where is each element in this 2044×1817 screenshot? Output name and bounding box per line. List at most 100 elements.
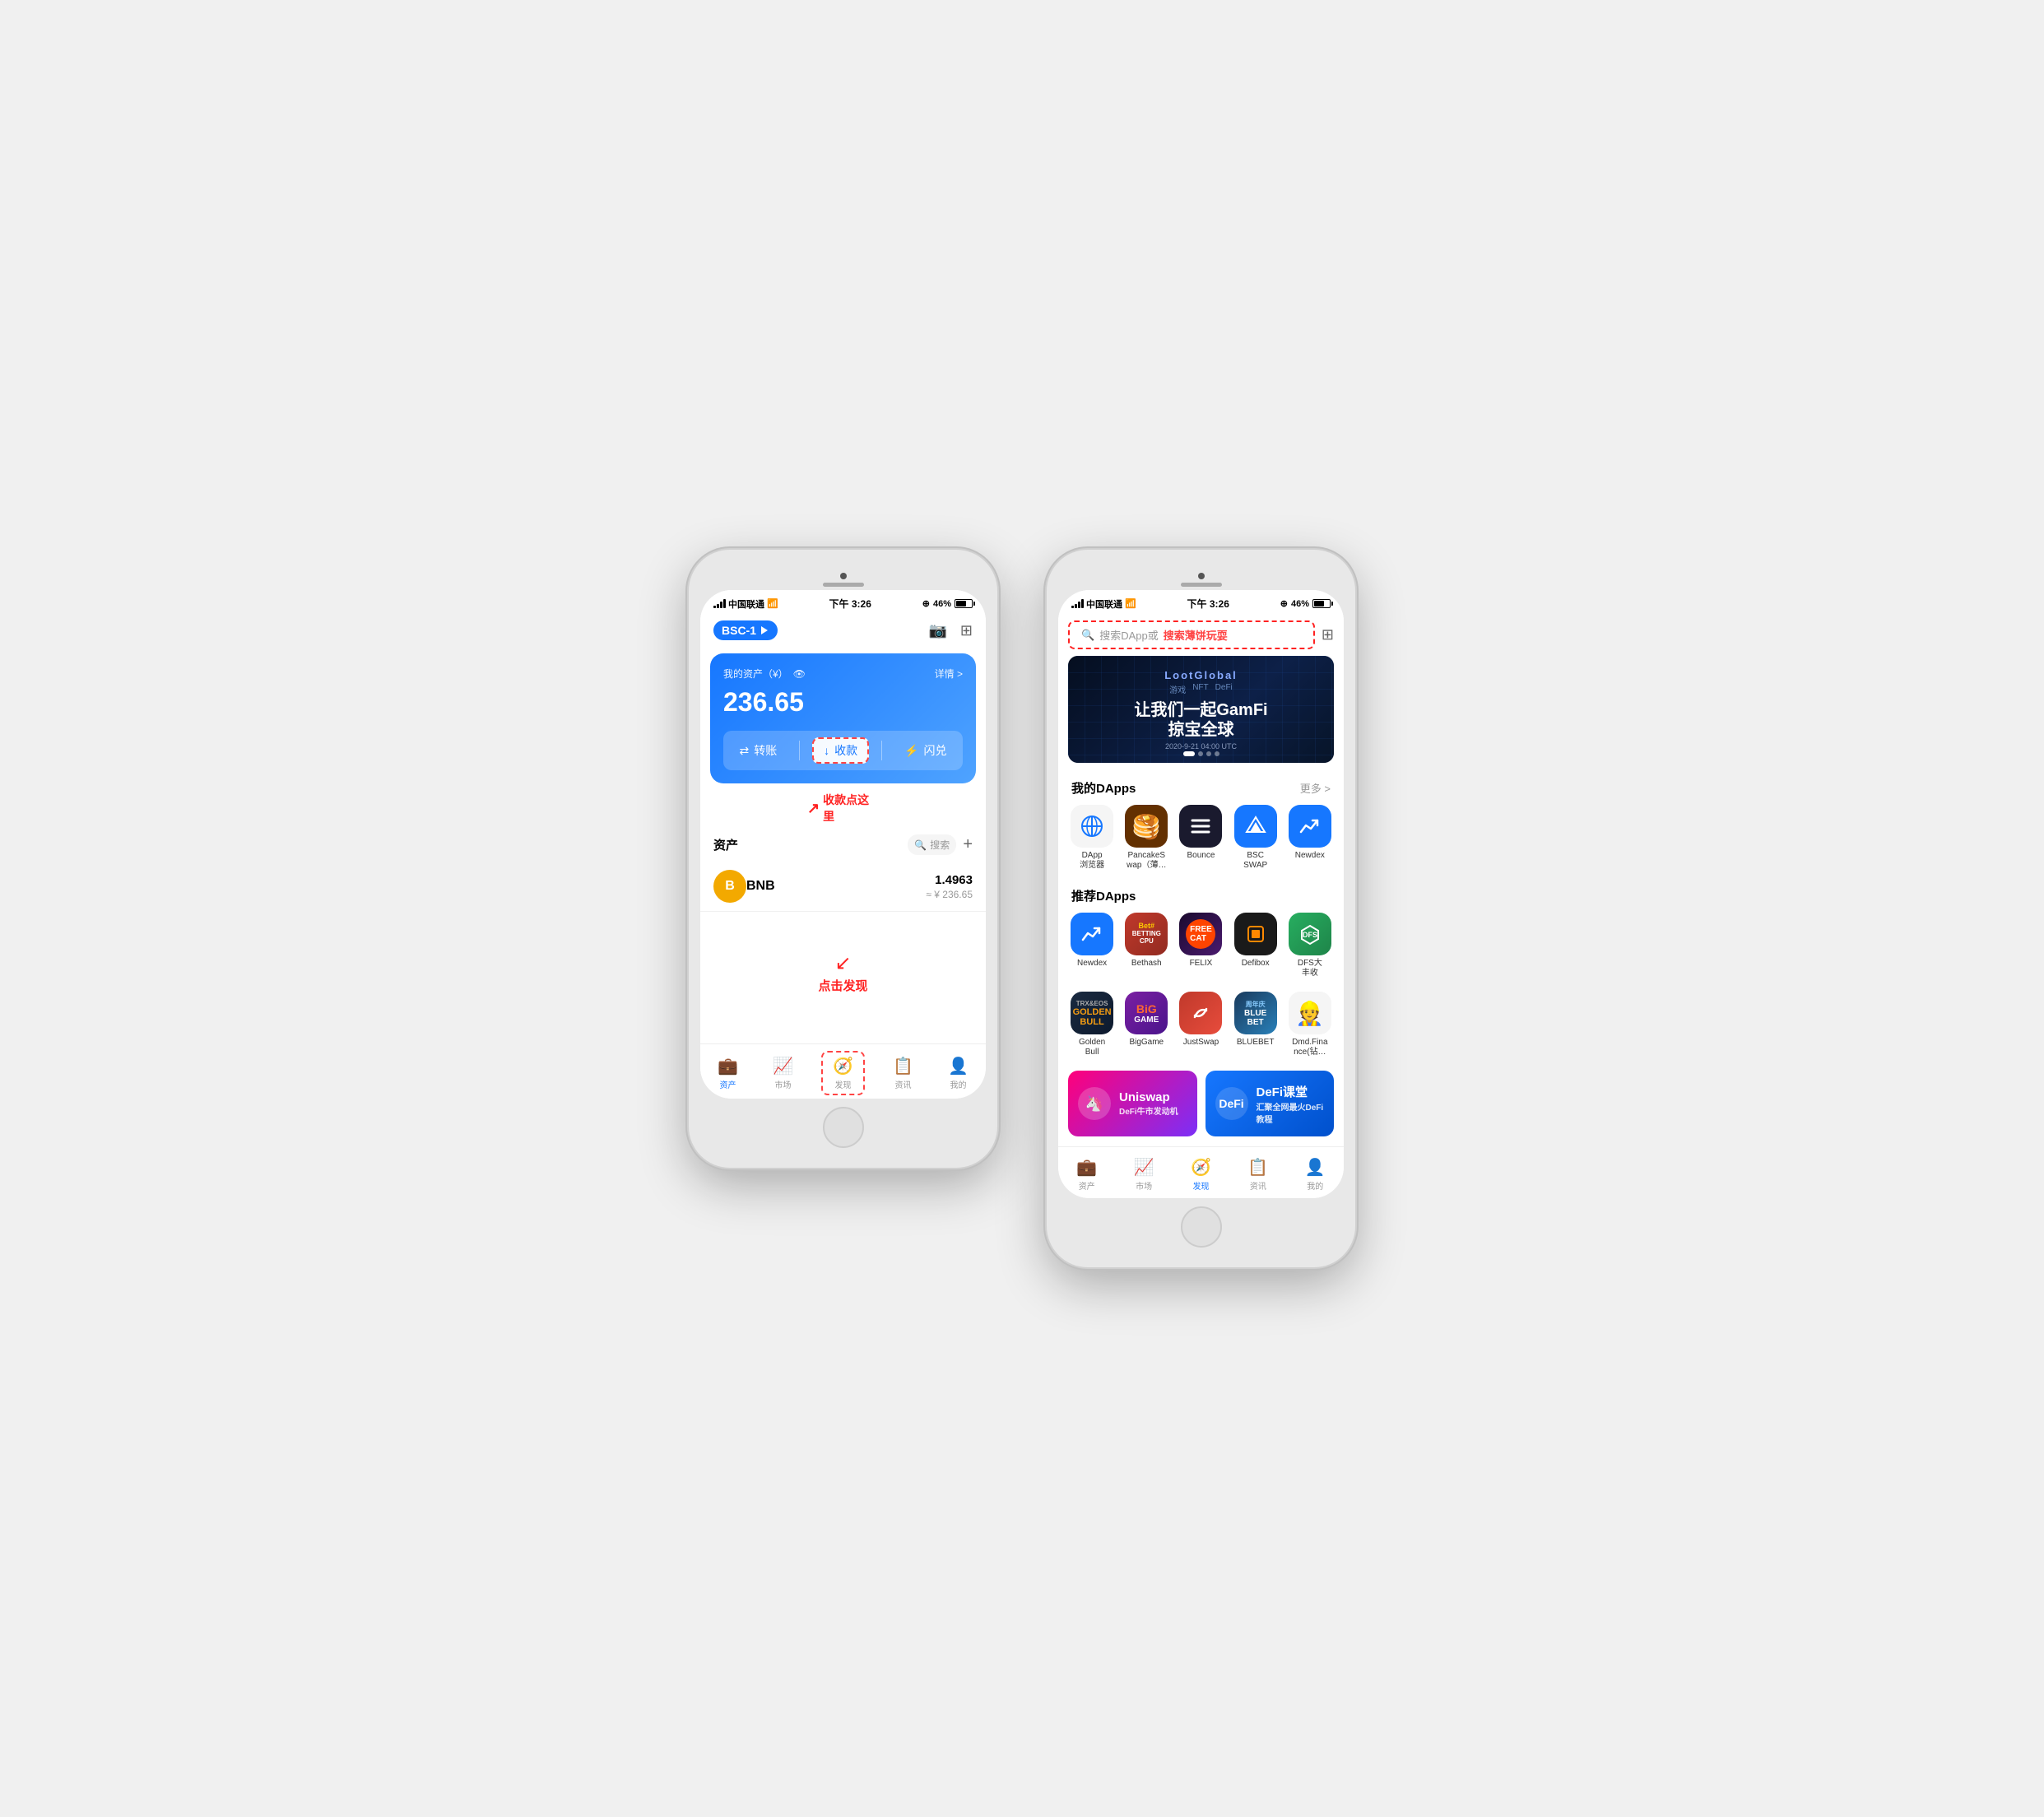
home-button-left[interactable] — [823, 1107, 864, 1148]
dapp-bluebet[interactable]: 周年庆 BLUE BET BLUEBET — [1229, 992, 1282, 1057]
dapp-bethash[interactable]: Bet# BETTING CPU Bethash — [1120, 913, 1173, 978]
bethash-label: Bethash — [1131, 959, 1162, 969]
nav-discover[interactable]: 🧭 发现 — [821, 1051, 865, 1095]
r-news-nav-label: 资讯 — [1250, 1179, 1266, 1192]
my-dapps-title: 我的DApps — [1071, 779, 1136, 797]
bluebet-icon: 周年庆 BLUE BET — [1234, 992, 1277, 1034]
pancake-label: PancakeSwap（薄… — [1127, 851, 1166, 871]
search-bar-wrapper: 🔍 搜索DApp或 搜索薄饼玩耍 ⊞ — [1058, 614, 1344, 656]
banner-tag-defi: DeFi — [1215, 683, 1233, 695]
r-discover-nav-icon: 🧭 — [1191, 1157, 1211, 1178]
dapp-bscswap[interactable]: BSCSWAP — [1229, 805, 1282, 871]
asset-search-box[interactable]: 🔍 搜索 — [908, 834, 956, 855]
r-nav-assets[interactable]: 💼 资产 — [1070, 1154, 1103, 1195]
badge-arrow-icon — [761, 626, 768, 634]
banner-tags: 游戏 NFT DeFi — [1169, 683, 1233, 695]
loot-banner[interactable]: LootGlobal 游戏 NFT DeFi 让我们一起GamFi 掠宝全球 2… — [1068, 656, 1334, 763]
receive-annotation-row: ↗ 收款点这里 — [700, 790, 986, 825]
defibox-label: Defibox — [1242, 959, 1270, 969]
search-placeholder: 搜索 — [930, 838, 950, 852]
asset-actions: ⇄ 转账 ↓ 收款 ⚡ 闪兑 — [723, 731, 963, 770]
r-nav-profile[interactable]: 👤 我的 — [1298, 1154, 1332, 1195]
bnb-amount: 1.4963 — [926, 873, 973, 887]
nav-profile[interactable]: 👤 我的 — [941, 1053, 975, 1094]
dapp-bounce[interactable]: Bounce — [1174, 805, 1227, 871]
dapp-pancake[interactable]: 🥞 PancakeSwap（薄… — [1120, 805, 1173, 871]
assets-nav-icon: 💼 — [718, 1056, 738, 1076]
search-input[interactable]: 🔍 搜索DApp或 搜索薄饼玩耍 — [1068, 620, 1315, 649]
goldenbull-label: GoldenBull — [1079, 1038, 1105, 1057]
r-status-left: 中国联通 📶 — [1071, 597, 1136, 611]
flash-label: 闪兑 — [923, 742, 946, 759]
left-screen: 中国联通 📶 下午 3:26 ⊕ 46% BSC-1 — [700, 590, 986, 1099]
dapp-newdex[interactable]: Newdex — [1284, 805, 1336, 871]
banner-logo: LootGlobal — [1164, 669, 1238, 681]
flash-btn[interactable]: ⚡ 闪兑 — [894, 737, 956, 764]
rec-row-2: TRX&EOS GOLDEN BULL GoldenBull BiG GAME … — [1058, 988, 1344, 1067]
bnb-asset-item[interactable]: B BNB 1.4963 ≈ ¥ 236.65 — [700, 862, 986, 912]
asset-label: 我的资产（¥） — [723, 667, 788, 681]
right-bottom-nav: 💼 资产 📈 市场 🧭 发现 📋 资讯 👤 我的 — [1058, 1146, 1344, 1198]
dapp-dmd[interactable]: 👷 Dmd.Finance(钻… — [1284, 992, 1336, 1057]
discover-annotation: 点击发现 — [818, 977, 867, 994]
discover-annotation-container: ↙ 点击发现 — [818, 951, 867, 994]
dapp-browser[interactable]: DApp浏览器 — [1066, 805, 1118, 871]
r-nav-market[interactable]: 📈 市场 — [1127, 1154, 1161, 1195]
felix-label: FELIX — [1190, 959, 1213, 969]
browser-icon — [1071, 805, 1113, 848]
dapp-defibox[interactable]: Defibox — [1229, 913, 1282, 978]
justswap-label: JustSwap — [1183, 1038, 1219, 1048]
scan-icon[interactable]: ⊞ — [960, 622, 973, 639]
profile-nav-icon: 👤 — [948, 1056, 969, 1076]
nav-news[interactable]: 📋 资讯 — [886, 1053, 920, 1094]
r-carrier: 中国联通 — [1086, 597, 1122, 611]
banner-title-1: 让我们一起GamFi — [1134, 700, 1267, 720]
speaker-left — [823, 583, 864, 587]
battery-pct-left: 46% — [933, 599, 951, 609]
dfs-icon: DFS — [1289, 913, 1331, 955]
asset-detail-link[interactable]: 详情 > — [935, 667, 963, 681]
dapp-goldenbull[interactable]: TRX&EOS GOLDEN BULL GoldenBull — [1066, 992, 1118, 1057]
promo-defi[interactable]: DeFi DeFi课堂 汇聚全网最火DeFi教程 — [1205, 1071, 1335, 1136]
newdex2-label: Newdex — [1077, 959, 1107, 969]
dapp-justswap[interactable]: JustSwap — [1174, 992, 1227, 1057]
my-dapps-more[interactable]: 更多 > — [1300, 780, 1331, 796]
receive-btn[interactable]: ↓ 收款 — [812, 737, 869, 764]
signal-icon — [713, 599, 726, 608]
r-nav-news[interactable]: 📋 资讯 — [1241, 1154, 1275, 1195]
r-news-nav-icon: 📋 — [1247, 1157, 1268, 1178]
promo-row: 🦄 Uniswap DeFi牛市发动机 DeFi DeFi课堂 汇聚全网最火De… — [1058, 1067, 1344, 1146]
dapp-felix[interactable]: FREECAT FELIX — [1174, 913, 1227, 978]
asset-amount: 236.65 — [723, 687, 963, 718]
transfer-btn[interactable]: ⇄ 转账 — [729, 737, 787, 764]
nav-market[interactable]: 📈 市场 — [766, 1053, 800, 1094]
network-badge[interactable]: BSC-1 — [713, 620, 778, 640]
dot-3 — [1206, 751, 1211, 756]
dapp-dfs[interactable]: DFS DFS大丰收 — [1284, 913, 1336, 978]
asset-card-top: 我的资产（¥） 👁 详情 > — [723, 667, 963, 681]
discover-nav-label: 发现 — [835, 1078, 852, 1090]
home-button-right[interactable] — [1181, 1206, 1222, 1248]
eye-icon[interactable]: 👁 — [793, 668, 806, 680]
search-highlight-text: 搜索薄饼玩耍 — [1164, 627, 1228, 643]
scan-icon-r[interactable]: ⊞ — [1322, 626, 1334, 644]
camera-icon[interactable]: 📷 — [928, 622, 946, 639]
bnb-logo-icon: B — [713, 870, 746, 903]
wifi-left: 📶 — [767, 598, 778, 609]
discover-nav-icon: 🧭 — [833, 1056, 853, 1076]
assets-nav-label: 资产 — [720, 1078, 736, 1090]
promo-uniswap[interactable]: 🦄 Uniswap DeFi牛市发动机 — [1068, 1071, 1197, 1136]
rec-row-1: Newdex Bet# BETTING CPU Bethash FREECAT … — [1058, 909, 1344, 988]
bounce-label: Bounce — [1187, 851, 1215, 861]
asset-card: 我的资产（¥） 👁 详情 > 236.65 ⇄ 转账 ↓ 收款 — [710, 653, 976, 783]
nav-assets[interactable]: 💼 资产 — [711, 1053, 745, 1094]
dapp-biggame[interactable]: BiG GAME BigGame — [1120, 992, 1173, 1057]
r-nav-discover[interactable]: 🧭 发现 — [1184, 1154, 1218, 1195]
r-market-nav-icon: 📈 — [1134, 1157, 1154, 1178]
camera-left — [840, 573, 847, 579]
search-icon-r: 🔍 — [1081, 629, 1094, 642]
dapp-newdex2[interactable]: Newdex — [1066, 913, 1118, 978]
header-icons: 📷 ⊞ — [928, 622, 973, 639]
status-right-left: ⊕ 46% — [922, 598, 973, 609]
add-asset-icon[interactable]: + — [963, 835, 973, 854]
